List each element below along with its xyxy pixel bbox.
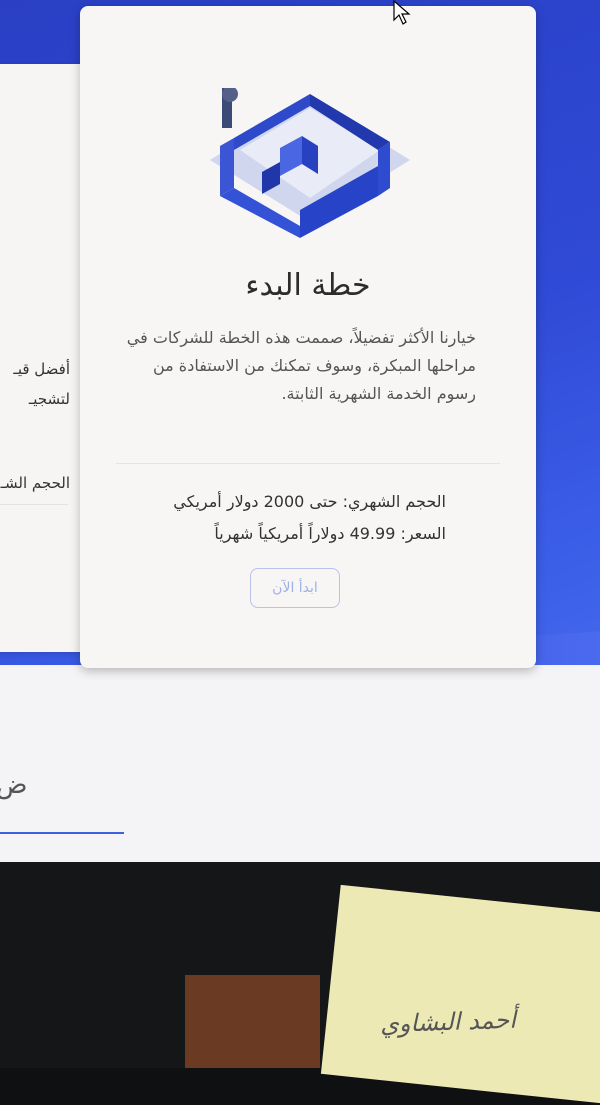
sticky-note [320,884,600,1105]
divider [0,504,68,505]
starter-plan-card: خطة البدء خيارنا الأكثر تفضيلاً، صممت هذ… [80,6,536,668]
divider [116,463,500,464]
start-now-button[interactable]: ابدأ الآن [250,568,340,608]
plan-price: السعر: 49.99 دولاراً أمريكياً شهرياً [214,524,446,543]
plan-card-partial-line: لتشجيـ [28,390,70,408]
plan-card-partial-volume: الحجم الشـ [0,474,70,492]
monitor-screen: أفضل قيـ لتشجيـ الحجم الشـ خطة البدء خيا… [0,0,600,862]
wood-surface [185,975,320,1068]
monthly-volume: الحجم الشهري: حتى 2000 دولار أمريكي [173,492,446,511]
sticky-note-handwriting: أحمد البشاوي [379,1005,517,1039]
plan-title: خطة البدء [245,268,371,303]
input-text: ض [0,770,28,800]
plan-card-partial-line: أفضل قيـ [13,360,70,378]
plan-description: خيارنا الأكثر تفضيلاً، صممت هذه الخطة لل… [126,328,476,403]
text-input-underline[interactable] [0,832,124,834]
mouse-cursor-icon [393,0,411,25]
room-illustration-icon [210,88,410,238]
